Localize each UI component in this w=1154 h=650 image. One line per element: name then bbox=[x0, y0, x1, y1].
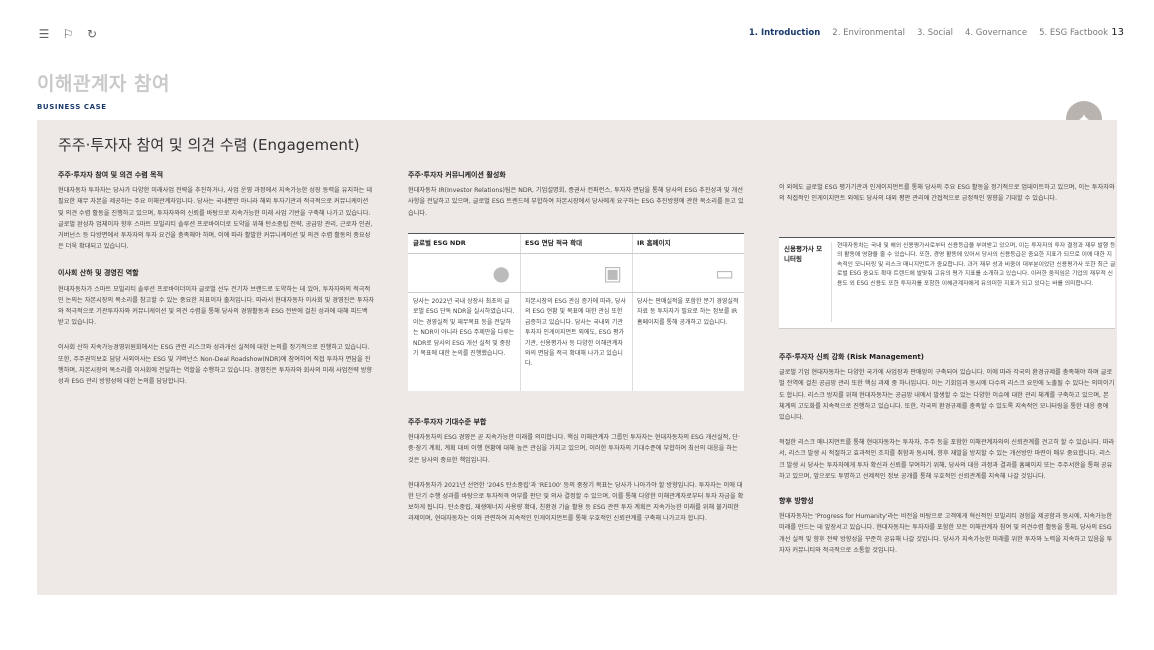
paragraph: 현대자동차 투자자는 당사가 다양한 미래사업 전략을 추진하거나, 사업 운영… bbox=[58, 187, 373, 251]
bookmark-icon[interactable]: ⚐ bbox=[61, 27, 75, 41]
nav-environmental[interactable]: 2. Environmental bbox=[832, 28, 905, 38]
paragraph: 적절한 리스크 매니지먼트를 통해 현대자동차는 투자자, 주주 등을 포함한 … bbox=[779, 439, 1115, 480]
table-column: IR 홈페이지 ▭ 당사는 판매실적을 포함한 분기 경영실적 자료 등 투자자… bbox=[632, 234, 744, 391]
column-left: 주주·투자자 참여 및 의견 수렴 목적 현대자동차 투자자는 당사가 다양한 … bbox=[58, 170, 375, 401]
heading: 주주·투자자 기대수준 부합 bbox=[408, 418, 487, 426]
table-cell: 당사는 판매실적을 포함한 분기 경영실적 자료 등 투자자가 필요로 하는 정… bbox=[637, 298, 739, 326]
table-header: 글로벌 ESG NDR bbox=[408, 234, 520, 254]
paragraph: 현대자동차가 스마트 모빌리티 솔루션 프로바이더이자 글로벌 선두 전기차 브… bbox=[58, 285, 375, 327]
section-title: 이해관계자 참여 bbox=[37, 73, 170, 95]
business-case-label: BUSINESS CASE bbox=[37, 103, 107, 111]
back-icon[interactable]: ↻ bbox=[85, 27, 99, 41]
contents-icon[interactable]: ☰ bbox=[37, 27, 51, 41]
chapter-nav: 1. Introduction 2. Environmental 3. Soci… bbox=[749, 28, 1108, 38]
column-middle-bottom: 주주·투자자 기대수준 부합 현대자동차의 ESG 경영은 곧 지속가능한 미래… bbox=[408, 417, 744, 539]
page-number: 13 bbox=[1111, 27, 1124, 38]
column-right-bottom: 주주·투자자 신뢰 강화 (Risk Management) 글로벌 기업 현대… bbox=[779, 352, 1115, 570]
table-cell: 당사는 2022년 국내 상장사 최초의 글로벌 ESG 단독 NDR을 실시하… bbox=[413, 298, 515, 358]
nav-governance[interactable]: 4. Governance bbox=[965, 28, 1027, 38]
credit-monitoring-box: 신용평가사 모니터링 현대자동차는 국내 및 해외 신용평가사로부터 신용등급을… bbox=[779, 237, 1115, 329]
heading: 주주·투자자 참여 및 의견 수렴 목적 bbox=[58, 171, 164, 179]
paragraph: 현대자동차 IR(Investor Relations)팀은 NDR, 기업설명… bbox=[408, 187, 744, 217]
paragraph: 이 외에도 글로벌 ESG 평가기관과 인게이지먼트를 통해 당사의 주요 ES… bbox=[779, 184, 1115, 203]
column-right-top: 이 외에도 글로벌 ESG 평가기관과 인게이지먼트를 통해 당사의 주요 ES… bbox=[779, 182, 1115, 218]
nav-social[interactable]: 3. Social bbox=[917, 28, 953, 38]
heading: 향후 방향성 bbox=[779, 497, 814, 506]
table-header: IR 홈페이지 bbox=[632, 234, 744, 254]
table-column: 글로벌 ESG NDR ● 당사는 2022년 국내 상장사 최초의 글로벌 E… bbox=[408, 234, 521, 391]
heading: 주주·투자자 신뢰 강화 (Risk Management) bbox=[779, 353, 924, 361]
monitor-icon: ▭ bbox=[632, 254, 744, 293]
table-column: ESG 면담 적극 확대 ▣ 자본시장의 ESG 관심 증가에 따라, 당사의 … bbox=[520, 234, 633, 391]
box-label: 신용평가사 모니터링 bbox=[784, 245, 823, 263]
column-middle-top: 주주·투자자 커뮤니케이션 활성화 현대자동차 IR(Investor Rela… bbox=[408, 170, 744, 233]
box-text: 현대자동차는 국내 및 해외 신용평가사로부터 신용등급을 부여받고 있으며, … bbox=[831, 242, 1117, 322]
globe-dollar-icon: ● bbox=[408, 254, 520, 293]
panel-title: 주주·투자자 참여 및 의견 수렴 (Engagement) bbox=[58, 136, 360, 154]
paragraph: 글로벌 기업 현대자동차는 다양한 국가에 사업장과 판매망이 구축되어 있습니… bbox=[779, 369, 1115, 422]
heading: 주주·투자자 커뮤니케이션 활성화 bbox=[408, 171, 506, 179]
table-header: ESG 면담 적극 확대 bbox=[520, 234, 632, 254]
nav-introduction[interactable]: 1. Introduction bbox=[749, 28, 820, 38]
paragraph: 현대자동차가 2021년 선언한 '2045 탄소중립'과 'RE100' 등의… bbox=[408, 481, 744, 523]
paragraph: 현대자동차는 'Progress for Humanity'라는 비전을 바탕으… bbox=[779, 513, 1113, 554]
heading: 이사회 산하 및 경영진 역할 bbox=[58, 269, 139, 278]
ir-activity-table: 글로벌 ESG NDR ● 당사는 2022년 국내 상장사 최초의 글로벌 E… bbox=[408, 233, 744, 391]
meeting-icon: ▣ bbox=[520, 254, 632, 293]
top-bar: ☰ ⚐ ↻ 1. Introduction 2. Environmental 3… bbox=[0, 0, 1154, 60]
paragraph: 이사회 산하 지속가능경영위원회에서는 ESG 관련 리스크와 성과개선 실적에… bbox=[58, 344, 373, 386]
nav-esg-factbook[interactable]: 5. ESG Factbook bbox=[1039, 28, 1108, 38]
toolbar: ☰ ⚐ ↻ bbox=[37, 27, 99, 41]
paragraph: 현대자동차의 ESG 경영은 곧 지속가능한 미래를 의미합니다. 핵심 이해관… bbox=[408, 434, 740, 464]
content-panel: 주주·투자자 참여 및 의견 수렴 (Engagement) 주주·투자자 참여… bbox=[37, 120, 1117, 595]
table-cell: 자본시장의 ESG 관심 증가에 따라, 당사의 ESG 현황 및 목표에 대한… bbox=[525, 298, 626, 368]
